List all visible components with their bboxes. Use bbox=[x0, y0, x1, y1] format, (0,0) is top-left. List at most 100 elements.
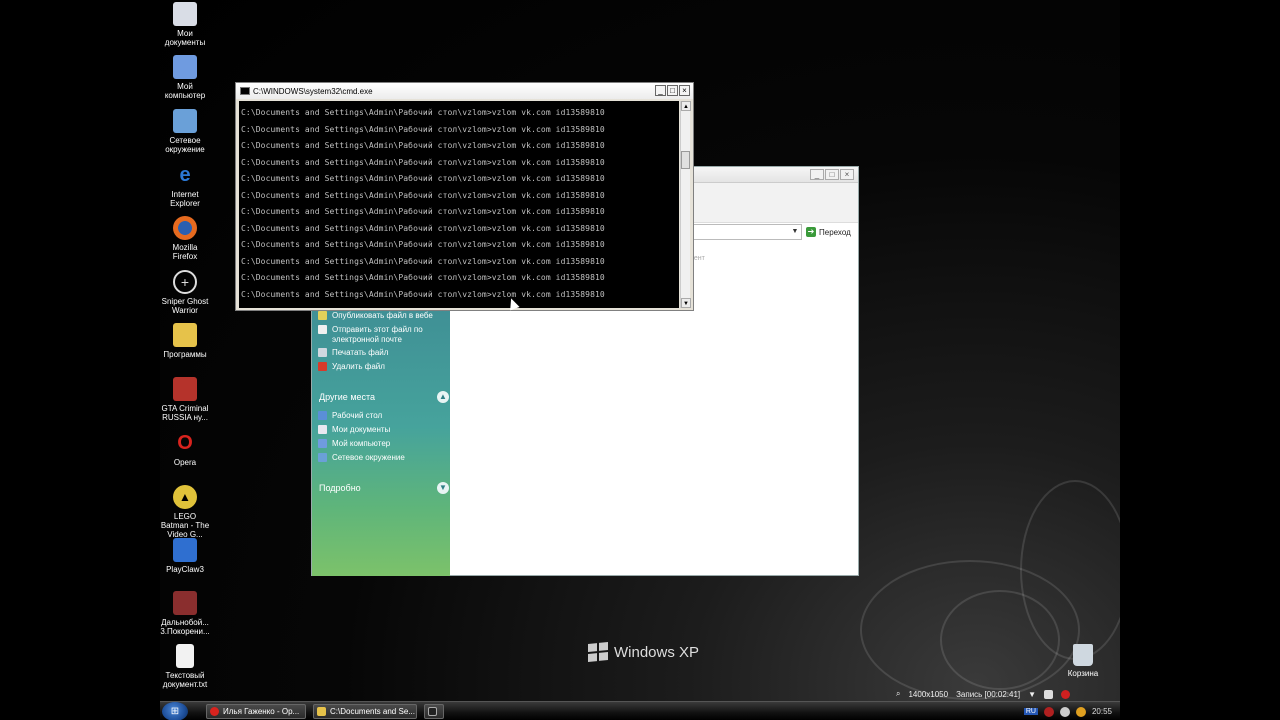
delete-icon bbox=[318, 362, 327, 371]
close-icon[interactable]: × bbox=[679, 85, 690, 96]
task-email-file[interactable]: Отправить этот файл по электронной почте bbox=[318, 325, 446, 345]
place-desktop[interactable]: Рабочий стол bbox=[318, 411, 446, 421]
maximize-icon[interactable]: □ bbox=[825, 169, 839, 180]
cmd-titlebar[interactable]: C:\WINDOWS\system32\cmd.exe _ □ × bbox=[236, 83, 693, 99]
taskbar-task-cmd[interactable] bbox=[424, 704, 444, 719]
task-label: Отправить этот файл по электронной почте bbox=[332, 325, 423, 344]
console-line: C:\Documents and Settings\Admin\Рабочий … bbox=[241, 124, 605, 134]
wallpaper-swirl bbox=[1020, 480, 1120, 660]
desktop-icon-lego-batman[interactable]: ▲ LEGO Batman - The Video G... bbox=[160, 485, 210, 539]
desktop-icon-gta[interactable]: GTA Criminal RUSSIA ну... bbox=[160, 377, 210, 422]
desktop-icon-label: Сетевое окружение bbox=[165, 136, 205, 154]
console-line: C:\Documents and Settings\Admin\Рабочий … bbox=[241, 256, 605, 266]
folder-icon bbox=[173, 323, 197, 347]
clock[interactable]: 20:55 bbox=[1092, 707, 1112, 716]
chevron-down-icon[interactable]: ▼ bbox=[437, 482, 449, 494]
task-delete-file[interactable]: Удалить файл bbox=[318, 362, 446, 372]
dropdown-icon[interactable]: ▼ bbox=[1028, 690, 1036, 699]
console-line: C:\Documents and Settings\Admin\Рабочий … bbox=[241, 108, 605, 117]
tray-app-icon[interactable] bbox=[1075, 706, 1086, 717]
place-my-computer[interactable]: Мой компьютер bbox=[318, 439, 446, 449]
chevron-up-icon[interactable]: ▲ bbox=[437, 391, 449, 403]
desktop-icon-internet-explorer[interactable]: e Internet Explorer bbox=[160, 163, 210, 209]
desktop-icon-label: Mozilla Firefox bbox=[172, 243, 198, 261]
go-button[interactable]: ➔ Переход bbox=[806, 224, 851, 240]
desktop-icon-firefox[interactable]: Mozilla Firefox bbox=[160, 216, 210, 261]
maximize-icon[interactable]: □ bbox=[667, 85, 678, 96]
scroll-down-icon[interactable]: ▼ bbox=[681, 298, 691, 308]
cmd-scrollbar[interactable]: ▲ ▼ bbox=[680, 101, 691, 308]
desktop-icon-truck-game[interactable]: Дальнобой... 3.Покорени... bbox=[160, 591, 210, 636]
desktop-icon-programs[interactable]: Программы bbox=[160, 323, 210, 359]
cmd-window: C:\WINDOWS\system32\cmd.exe _ □ × C:\Doc… bbox=[235, 82, 694, 311]
desktop-icon-label: LEGO Batman - The Video G... bbox=[160, 512, 210, 539]
desktop-icon-label: GTA Criminal RUSSIA ну... bbox=[161, 404, 209, 422]
truck-icon bbox=[173, 591, 197, 615]
zoom-icon[interactable]: ⌕ bbox=[896, 689, 900, 699]
window-title: C:\WINDOWS\system32\cmd.exe bbox=[253, 86, 373, 96]
console-line: C:\Documents and Settings\Admin\Рабочий … bbox=[241, 190, 605, 200]
windows-flag-icon bbox=[588, 641, 608, 663]
desktop-icon-label: Sniper Ghost Warrior bbox=[161, 297, 209, 315]
my-computer-icon bbox=[173, 55, 197, 79]
place-my-documents[interactable]: Мои документы bbox=[318, 425, 446, 435]
place-label: Сетевое окружение bbox=[332, 453, 405, 462]
taskbar: ⊞ Илья Гаженко - Op... C:\Documents and … bbox=[160, 701, 1120, 720]
desktop-icon-text-document[interactable]: Текстовый документ.txt bbox=[160, 644, 210, 689]
cmd-icon bbox=[240, 87, 250, 95]
task-label: Илья Гаженко - Op... bbox=[223, 707, 300, 716]
text-document-icon bbox=[176, 644, 194, 668]
start-button[interactable]: ⊞ bbox=[162, 702, 188, 720]
recorder-status: Запись [00:02:41] bbox=[956, 689, 1021, 699]
minimize-icon[interactable]: _ bbox=[810, 169, 824, 180]
task-publish-web[interactable]: Опубликовать файл в вебе bbox=[318, 311, 446, 321]
minimize-icon[interactable]: _ bbox=[655, 85, 666, 96]
batman-icon: ▲ bbox=[173, 485, 197, 509]
console-line: C:\Documents and Settings\Admin\Рабочий … bbox=[241, 141, 605, 150]
chevron-down-icon[interactable]: ▼ bbox=[789, 225, 801, 239]
record-icon[interactable] bbox=[1061, 689, 1071, 699]
other-places-header[interactable]: Другие места bbox=[319, 392, 375, 402]
my-computer-icon bbox=[318, 439, 327, 448]
tray-app-icon[interactable] bbox=[1043, 706, 1054, 717]
task-print-file[interactable]: Печатать файл bbox=[318, 348, 446, 358]
language-indicator[interactable]: RU bbox=[1023, 708, 1038, 715]
desktop-icon-recycle-bin[interactable]: Корзина bbox=[1061, 644, 1105, 678]
go-arrow-icon: ➔ bbox=[806, 227, 816, 237]
internet-explorer-icon: e bbox=[179, 163, 191, 186]
desktop: Мои документы Мой компьютер Сетевое окру… bbox=[160, 0, 1120, 720]
close-icon[interactable]: × bbox=[840, 169, 854, 180]
task-label: Печатать файл bbox=[332, 348, 389, 357]
network-icon bbox=[173, 109, 197, 133]
desktop-icon-label: Программы bbox=[163, 350, 207, 359]
desktop-icon-sniper-ghost-warrior[interactable]: + Sniper Ghost Warrior bbox=[160, 270, 210, 315]
network-icon bbox=[318, 453, 327, 462]
taskbar-task-opera[interactable]: Илья Гаженко - Op... bbox=[206, 704, 306, 719]
desktop-icon-playclaw[interactable]: PlayClaw3 bbox=[160, 538, 210, 574]
gta-icon bbox=[173, 377, 197, 401]
details-header[interactable]: Подробно bbox=[319, 483, 361, 493]
windows-xp-logo: Windows XP bbox=[588, 641, 699, 663]
console-line: C:\Documents and Settings\Admin\Рабочий … bbox=[241, 157, 605, 167]
place-label: Мой компьютер bbox=[332, 439, 391, 448]
camera-icon[interactable] bbox=[1044, 689, 1054, 699]
console-line: C:\Documents and Settings\Admin\Рабочий … bbox=[241, 174, 605, 183]
desktop-icon-label: Internet Explorer bbox=[170, 190, 200, 208]
place-label: Мои документы bbox=[332, 425, 391, 434]
system-tray: RU 20:55 bbox=[1023, 702, 1120, 720]
place-network[interactable]: Сетевое окружение bbox=[318, 453, 446, 463]
desktop-icon-opera[interactable]: O Opera bbox=[160, 431, 210, 468]
console-line: C:\Documents and Settings\Admin\Рабочий … bbox=[241, 289, 605, 299]
scroll-up-icon[interactable]: ▲ bbox=[681, 101, 691, 111]
scroll-thumb[interactable] bbox=[681, 151, 690, 169]
desktop-icon-network[interactable]: Сетевое окружение bbox=[160, 109, 210, 154]
taskbar-task-explorer[interactable]: C:\Documents and Se... bbox=[313, 704, 417, 719]
desktop-icon-label: Текстовый документ.txt bbox=[162, 671, 208, 689]
printer-icon bbox=[318, 348, 327, 357]
desktop-icon-my-documents[interactable]: Мои документы bbox=[160, 2, 210, 47]
desktop-icon bbox=[318, 411, 327, 420]
my-documents-icon bbox=[173, 2, 197, 26]
desktop-icon-my-computer[interactable]: Мой компьютер bbox=[160, 55, 210, 100]
console-output[interactable]: C:\Documents and Settings\Admin\Рабочий … bbox=[239, 101, 679, 308]
volume-icon[interactable] bbox=[1059, 706, 1070, 717]
